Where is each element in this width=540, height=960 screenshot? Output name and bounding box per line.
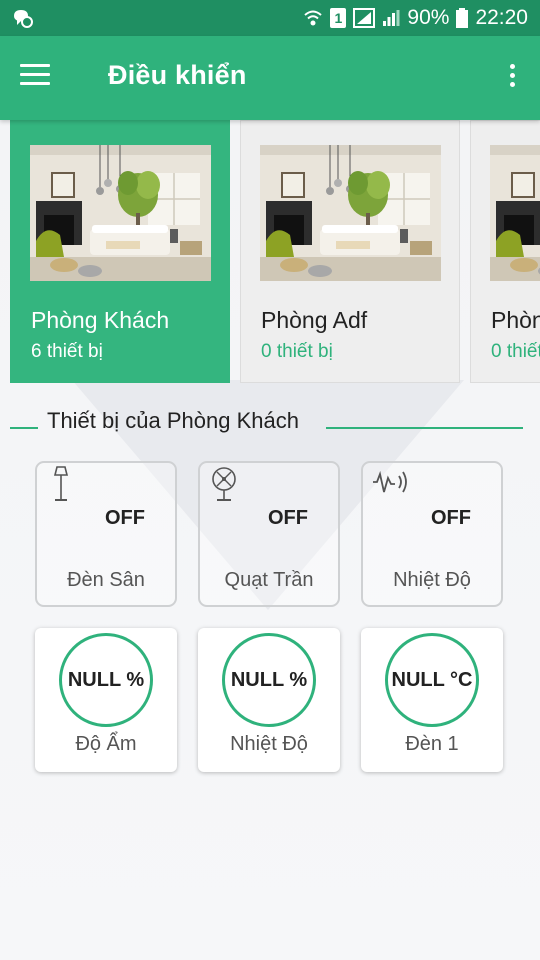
sensor-name: Đèn 1 — [405, 733, 459, 755]
device-card-nhiet-do[interactable]: OFF Nhiệt Độ — [361, 461, 503, 607]
section-title: Thiết bị của Phòng Khách — [47, 408, 299, 433]
sensor-gauge-ring: NULL % — [222, 633, 316, 727]
room-device-count: 6 thiết bị — [31, 341, 103, 362]
room-name: Phòng Ngủ — [491, 307, 540, 333]
sensor-card-do-am[interactable]: NULL % Độ Ẩm — [35, 628, 177, 772]
sensor-value: NULL % — [230, 668, 308, 691]
signal-icon — [353, 8, 376, 28]
device-card-den-san[interactable]: OFF Đèn Sân — [35, 461, 177, 607]
clock: 22:20 — [475, 6, 528, 29]
sensor-card-nhiet-do[interactable]: NULL % Nhiệt Độ — [198, 628, 340, 772]
cell-signal-icon — [382, 9, 400, 27]
room-card-third[interactable]: Phòng Ngủ 0 thiết bị — [470, 120, 540, 383]
divider — [10, 427, 38, 429]
fan-icon — [212, 467, 236, 501]
device-name: Đèn Sân — [67, 569, 145, 591]
app-bar: Điều khiển — [0, 36, 540, 120]
sensor-gauge-ring: NULL °C — [385, 633, 479, 727]
sensor-name: Nhiệt Độ — [230, 733, 308, 755]
room-device-count: 0 thiết bị — [261, 341, 333, 362]
sensor-wave-icon — [373, 470, 407, 493]
room-photo — [490, 145, 540, 281]
device-state: OFF — [105, 507, 145, 529]
status-bar: 1 90% 22:20 — [0, 0, 540, 36]
wifi-icon — [303, 9, 323, 27]
room-carousel[interactable]: Phòng Khách 6 thiết bị Phòng Adf 0 thiết… — [0, 120, 540, 386]
hamburger-menu-icon[interactable] — [20, 64, 50, 88]
device-name: Quạt Trần — [224, 569, 314, 591]
sensor-name: Độ Ẩm — [75, 733, 137, 755]
device-state: OFF — [431, 507, 471, 529]
room-name: Phòng Adf — [261, 307, 368, 333]
device-state: OFF — [268, 507, 308, 529]
app-notification-icon — [12, 8, 34, 28]
divider — [326, 427, 523, 429]
sensor-value: NULL °C — [391, 668, 473, 691]
battery-icon — [456, 8, 469, 28]
room-name: Phòng Khách — [31, 307, 170, 333]
room-card-phong-adf[interactable]: Phòng Adf 0 thiết bị — [240, 120, 460, 383]
sim-badge: 1 — [334, 10, 343, 26]
sensor-card-den-1[interactable]: NULL °C Đèn 1 — [361, 628, 503, 772]
device-card-quat-tran[interactable]: OFF Quạt Trần — [198, 461, 340, 607]
sim-card-icon: 1 — [330, 8, 347, 28]
page-title: Điều khiển — [108, 60, 247, 90]
room-card-phong-khach[interactable]: Phòng Khách 6 thiết bị — [10, 120, 230, 383]
room-photo — [260, 145, 441, 281]
sensor-value: NULL % — [67, 668, 145, 691]
room-device-count: 0 thiết bị — [491, 341, 540, 362]
battery-percent: 90% — [407, 6, 450, 29]
floor-lamp-icon — [53, 466, 69, 501]
section-heading: Thiết bị của Phòng Khách — [10, 406, 524, 438]
sensor-gauge-ring: NULL % — [59, 633, 153, 727]
room-photo — [30, 145, 211, 281]
device-name: Nhiệt Độ — [393, 569, 471, 591]
more-vertical-icon[interactable] — [508, 64, 516, 92]
